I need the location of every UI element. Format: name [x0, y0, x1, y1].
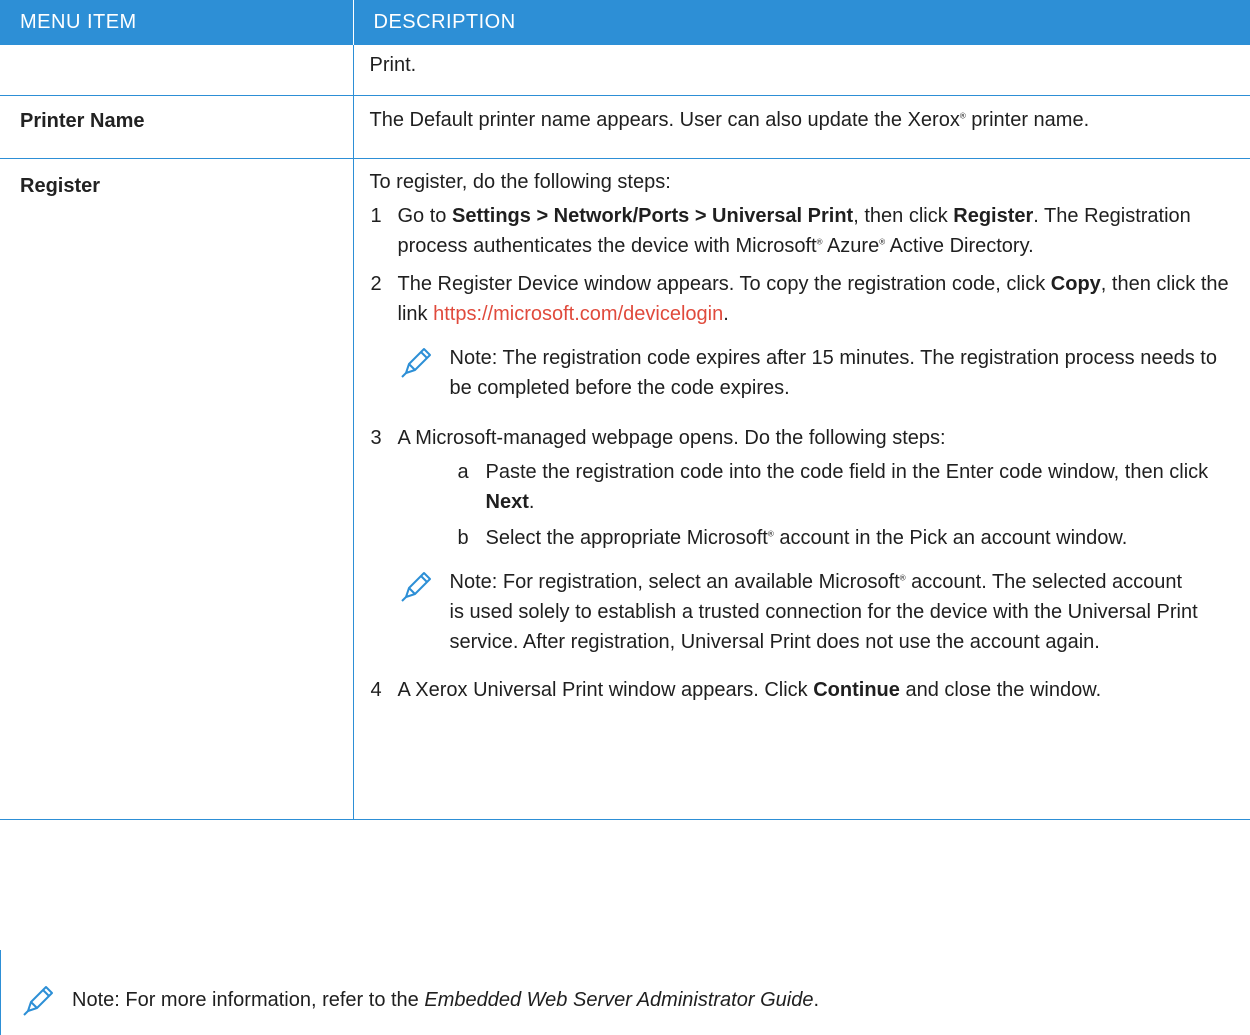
settings-path: Settings > Network/Ports > Universal Pri… — [451, 205, 854, 227]
step-2: 2 The Register Device window appears. To… — [370, 269, 1241, 329]
description-register: To register, do the following steps: 1 G… — [352, 158, 1250, 820]
note-account: Note: For registration, select an availa… — [400, 567, 1241, 657]
pencil-icon — [400, 572, 431, 602]
note-registration-code: Note: The registration code expires afte… — [400, 343, 1241, 403]
step-4: 4 A Xerox Universal Print window appears… — [370, 675, 1241, 705]
description-printer-name: The Default printer name appears. User c… — [352, 95, 1250, 159]
pencil-icon — [400, 348, 431, 378]
step-number: 2 — [370, 273, 382, 295]
guide-title: Embedded Web Server Administrator Guide — [424, 989, 814, 1011]
pencil-icon — [23, 986, 53, 1016]
table-row: Register To register, do the following s… — [0, 158, 1250, 820]
step-3: 3 A Microsoft-managed webpage opens. Do … — [370, 423, 1241, 453]
description-cell: Print. — [352, 44, 1250, 96]
page: MENU ITEM DESCRIPTION Print. Printer Nam… — [0, 0, 1250, 1035]
menu-table: MENU ITEM DESCRIPTION Print. Printer Nam… — [0, 0, 1250, 820]
header-description: DESCRIPTION — [352, 0, 1250, 45]
step-3a: a Paste the registration code into the c… — [370, 457, 1241, 517]
continue-label: Continue — [813, 679, 900, 701]
step-1: 1 Go to Settings > Network/Ports > Unive… — [370, 201, 1241, 261]
header-menu-item: MENU ITEM — [0, 0, 353, 45]
table-row: Print. — [0, 44, 1250, 96]
step-number: 1 — [370, 205, 382, 227]
step-3b: b Select the appropriate Microsoft® acco… — [370, 523, 1241, 553]
register-intro: To register, do the following steps: — [369, 171, 671, 193]
register-label: Register — [953, 205, 1034, 227]
step-number: 4 — [370, 679, 382, 701]
table-header: MENU ITEM DESCRIPTION — [0, 0, 1250, 45]
menu-item-cell — [0, 44, 354, 96]
devicelogin-link[interactable]: https://microsoft.com/devicelogin — [433, 303, 723, 325]
copy-label: Copy — [1050, 273, 1101, 295]
substep-letter: a — [457, 461, 469, 483]
substep-letter: b — [457, 527, 469, 549]
menu-item-register: Register — [0, 158, 354, 820]
step-number: 3 — [370, 427, 382, 449]
table-row: Printer Name The Default printer name ap… — [0, 95, 1250, 159]
next-label: Next — [485, 491, 529, 513]
menu-item-printer-name: Printer Name — [0, 95, 354, 159]
footer-note: Note: For more information, refer to the… — [22, 985, 819, 1016]
